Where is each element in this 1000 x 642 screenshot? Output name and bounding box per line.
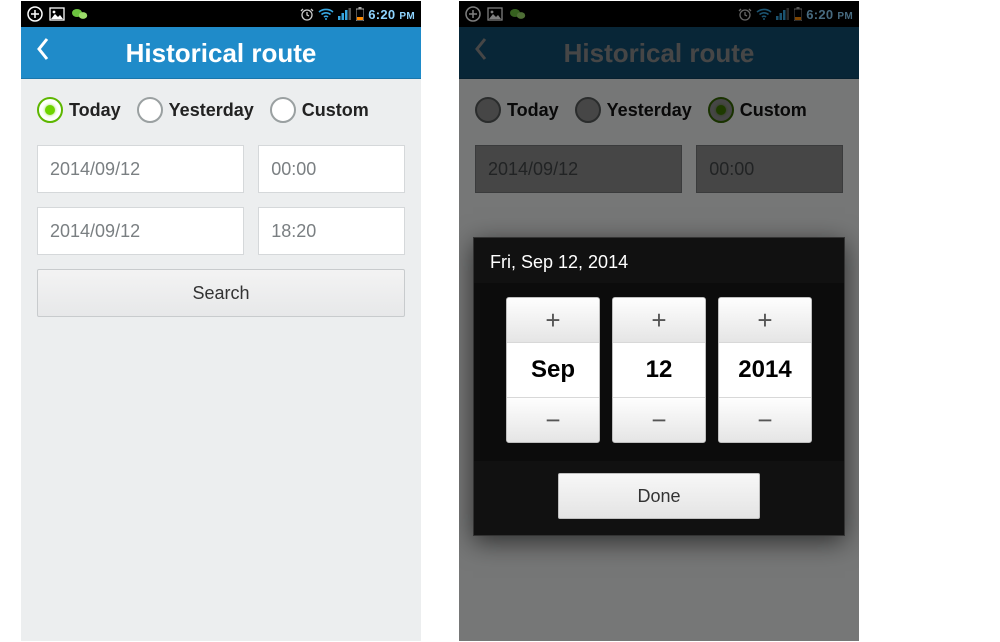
alarm-icon <box>300 7 314 21</box>
radio-label: Today <box>507 100 559 121</box>
month-spinner: + Sep − <box>506 297 600 443</box>
radio-dot-icon <box>575 97 601 123</box>
from-time-field[interactable]: 00:00 <box>696 145 843 193</box>
radio-label: Yesterday <box>169 100 254 121</box>
date-picker-dialog: Fri, Sep 12, 2014 + Sep − + 12 − + <box>473 237 845 536</box>
radio-dot-icon <box>137 97 163 123</box>
year-increment-button[interactable]: + <box>719 298 811 342</box>
day-increment-button[interactable]: + <box>613 298 705 342</box>
status-bar: 6:20 PM <box>459 1 859 27</box>
radio-yesterday[interactable]: Yesterday <box>137 97 254 123</box>
clock-time: 6:20 PM <box>368 7 415 22</box>
radio-custom[interactable]: Custom <box>270 97 369 123</box>
range-radio-group: Today Yesterday Custom <box>475 97 843 123</box>
search-button[interactable]: Search <box>37 269 405 317</box>
from-time-field[interactable]: 00:00 <box>258 145 405 193</box>
add-icon <box>465 6 481 22</box>
day-decrement-button[interactable]: − <box>613 398 705 442</box>
wifi-icon <box>318 8 334 20</box>
add-icon <box>27 6 43 22</box>
to-time-field[interactable]: 18:20 <box>258 207 405 255</box>
phone-screen-1: 6:20 PM Historical route Today Yesterday… <box>20 0 422 642</box>
radio-label: Today <box>69 100 121 121</box>
wechat-icon <box>71 7 89 21</box>
radio-label: Custom <box>302 100 369 121</box>
signal-icon <box>338 8 352 20</box>
day-value[interactable]: 12 <box>613 342 705 398</box>
from-date-field[interactable]: 2014/09/12 <box>37 145 244 193</box>
radio-label: Yesterday <box>607 100 692 121</box>
status-bar: 6:20 PM <box>21 1 421 27</box>
year-spinner: + 2014 − <box>718 297 812 443</box>
app-bar: Historical route <box>459 27 859 79</box>
radio-today[interactable]: Today <box>475 97 559 123</box>
done-button[interactable]: Done <box>558 473 760 519</box>
page-title: Historical route <box>469 38 849 69</box>
month-decrement-button[interactable]: − <box>507 398 599 442</box>
radio-dot-icon <box>475 97 501 123</box>
picker-title: Fri, Sep 12, 2014 <box>474 238 844 283</box>
radio-yesterday[interactable]: Yesterday <box>575 97 692 123</box>
radio-label: Custom <box>740 100 807 121</box>
from-date-field[interactable]: 2014/09/12 <box>475 145 682 193</box>
battery-icon <box>356 7 364 21</box>
wifi-icon <box>756 8 772 20</box>
image-icon <box>487 7 503 21</box>
radio-today[interactable]: Today <box>37 97 121 123</box>
month-increment-button[interactable]: + <box>507 298 599 342</box>
year-decrement-button[interactable]: − <box>719 398 811 442</box>
page-title: Historical route <box>31 38 411 69</box>
day-spinner: + 12 − <box>612 297 706 443</box>
content-area: Today Yesterday Custom 2014/09/12 00:00 <box>459 79 859 225</box>
app-bar: Historical route <box>21 27 421 79</box>
radio-dot-icon <box>270 97 296 123</box>
picker-body: + Sep − + 12 − + 2014 − <box>474 283 844 461</box>
radio-custom[interactable]: Custom <box>708 97 807 123</box>
radio-dot-icon <box>37 97 63 123</box>
radio-dot-icon <box>708 97 734 123</box>
signal-icon <box>776 8 790 20</box>
phone-screen-2: 6:20 PM Historical route Today Yesterday… <box>458 0 860 642</box>
wechat-icon <box>509 7 527 21</box>
range-radio-group: Today Yesterday Custom <box>37 97 405 123</box>
clock-time: 6:20 PM <box>806 7 853 22</box>
image-icon <box>49 7 65 21</box>
month-value[interactable]: Sep <box>507 342 599 398</box>
to-date-field[interactable]: 2014/09/12 <box>37 207 244 255</box>
alarm-icon <box>738 7 752 21</box>
year-value[interactable]: 2014 <box>719 342 811 398</box>
content-area: Today Yesterday Custom 2014/09/12 00:00 … <box>21 79 421 335</box>
battery-icon <box>794 7 802 21</box>
